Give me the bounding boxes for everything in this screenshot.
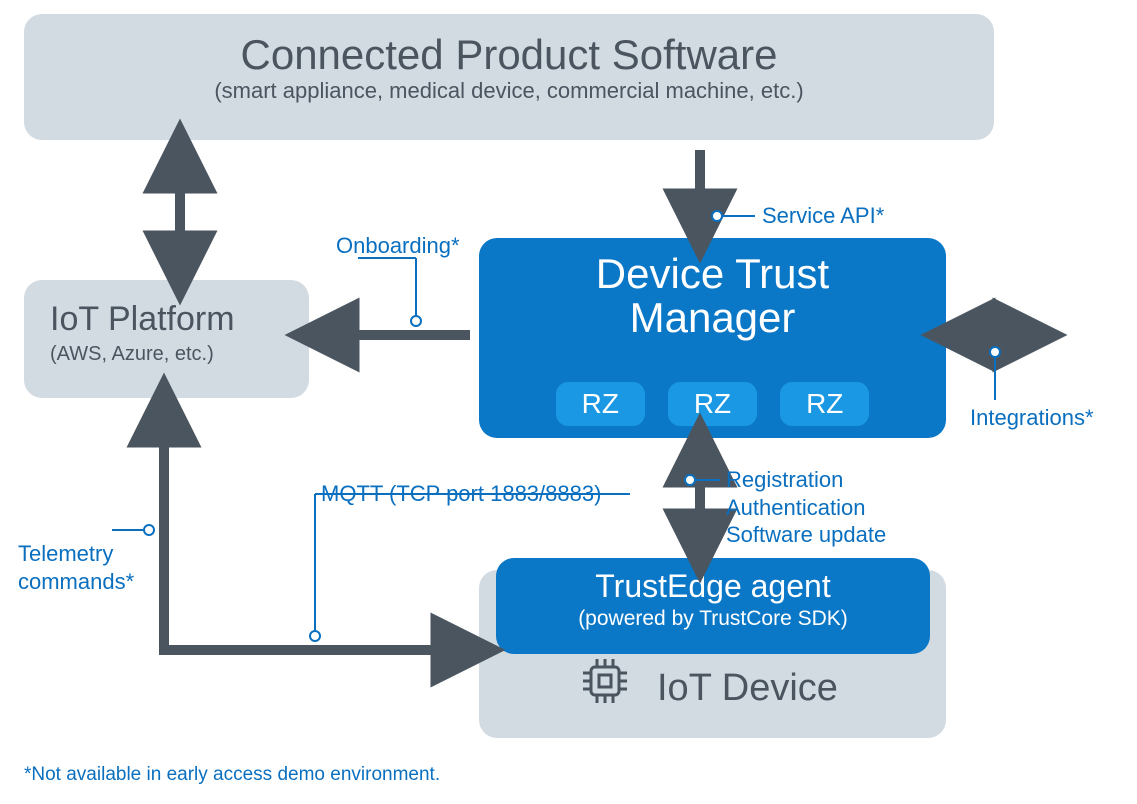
trustedge-subtitle: (powered by TrustCore SDK) xyxy=(496,607,930,631)
iot-device-label: IoT Device xyxy=(657,667,838,710)
dot-service-api xyxy=(712,211,722,221)
box-iot-platform: IoT Platform (AWS, Azure, etc.) xyxy=(24,280,309,398)
iot-platform-title: IoT Platform xyxy=(50,300,309,339)
box-trustedge-agent: TrustEdge agent (powered by TrustCore SD… xyxy=(496,558,930,654)
box-device-trust-manager: Device Trust Manager RZ RZ RZ xyxy=(479,238,946,438)
footnote: *Not available in early access demo envi… xyxy=(24,764,440,786)
annot-telemetry-1: Telemetry xyxy=(18,540,134,568)
rz-badge: RZ xyxy=(668,382,757,426)
annot-onboarding: Onboarding* xyxy=(336,232,460,260)
dot-mqtt xyxy=(310,631,320,641)
annot-mqtt: MQTT (TCP port 1883/8883) xyxy=(321,480,601,508)
dtm-title-line1: Device Trust xyxy=(479,252,946,296)
annot-telemetry: Telemetry commands* xyxy=(18,540,134,595)
annot-regauth: Registration Authentication Software upd… xyxy=(726,466,886,549)
cps-subtitle: (smart appliance, medical device, commer… xyxy=(24,78,994,104)
dot-integrations xyxy=(990,347,1000,357)
dot-onboarding xyxy=(411,316,421,326)
rz-badge: RZ xyxy=(556,382,645,426)
annot-authentication: Authentication xyxy=(726,494,886,522)
dot-regauth xyxy=(685,475,695,485)
trustedge-title: TrustEdge agent xyxy=(496,568,930,605)
annot-service-api: Service API* xyxy=(762,202,884,230)
iot-platform-subtitle: (AWS, Azure, etc.) xyxy=(50,343,309,366)
dtm-title-line2: Manager xyxy=(479,296,946,340)
annot-integrations: Integrations* xyxy=(970,404,1094,432)
chip-icon xyxy=(579,655,631,712)
dot-telemetry xyxy=(144,525,154,535)
rz-badge: RZ xyxy=(780,382,869,426)
annot-registration: Registration xyxy=(726,466,886,494)
annot-software-update: Software update xyxy=(726,521,886,549)
box-connected-product-software: Connected Product Software (smart applia… xyxy=(24,14,994,140)
annot-telemetry-2: commands* xyxy=(18,568,134,596)
dtm-rz-row: RZ RZ RZ xyxy=(479,382,946,426)
cps-title: Connected Product Software xyxy=(24,32,994,78)
arrow-iotplatform-iotdevice xyxy=(164,410,468,650)
